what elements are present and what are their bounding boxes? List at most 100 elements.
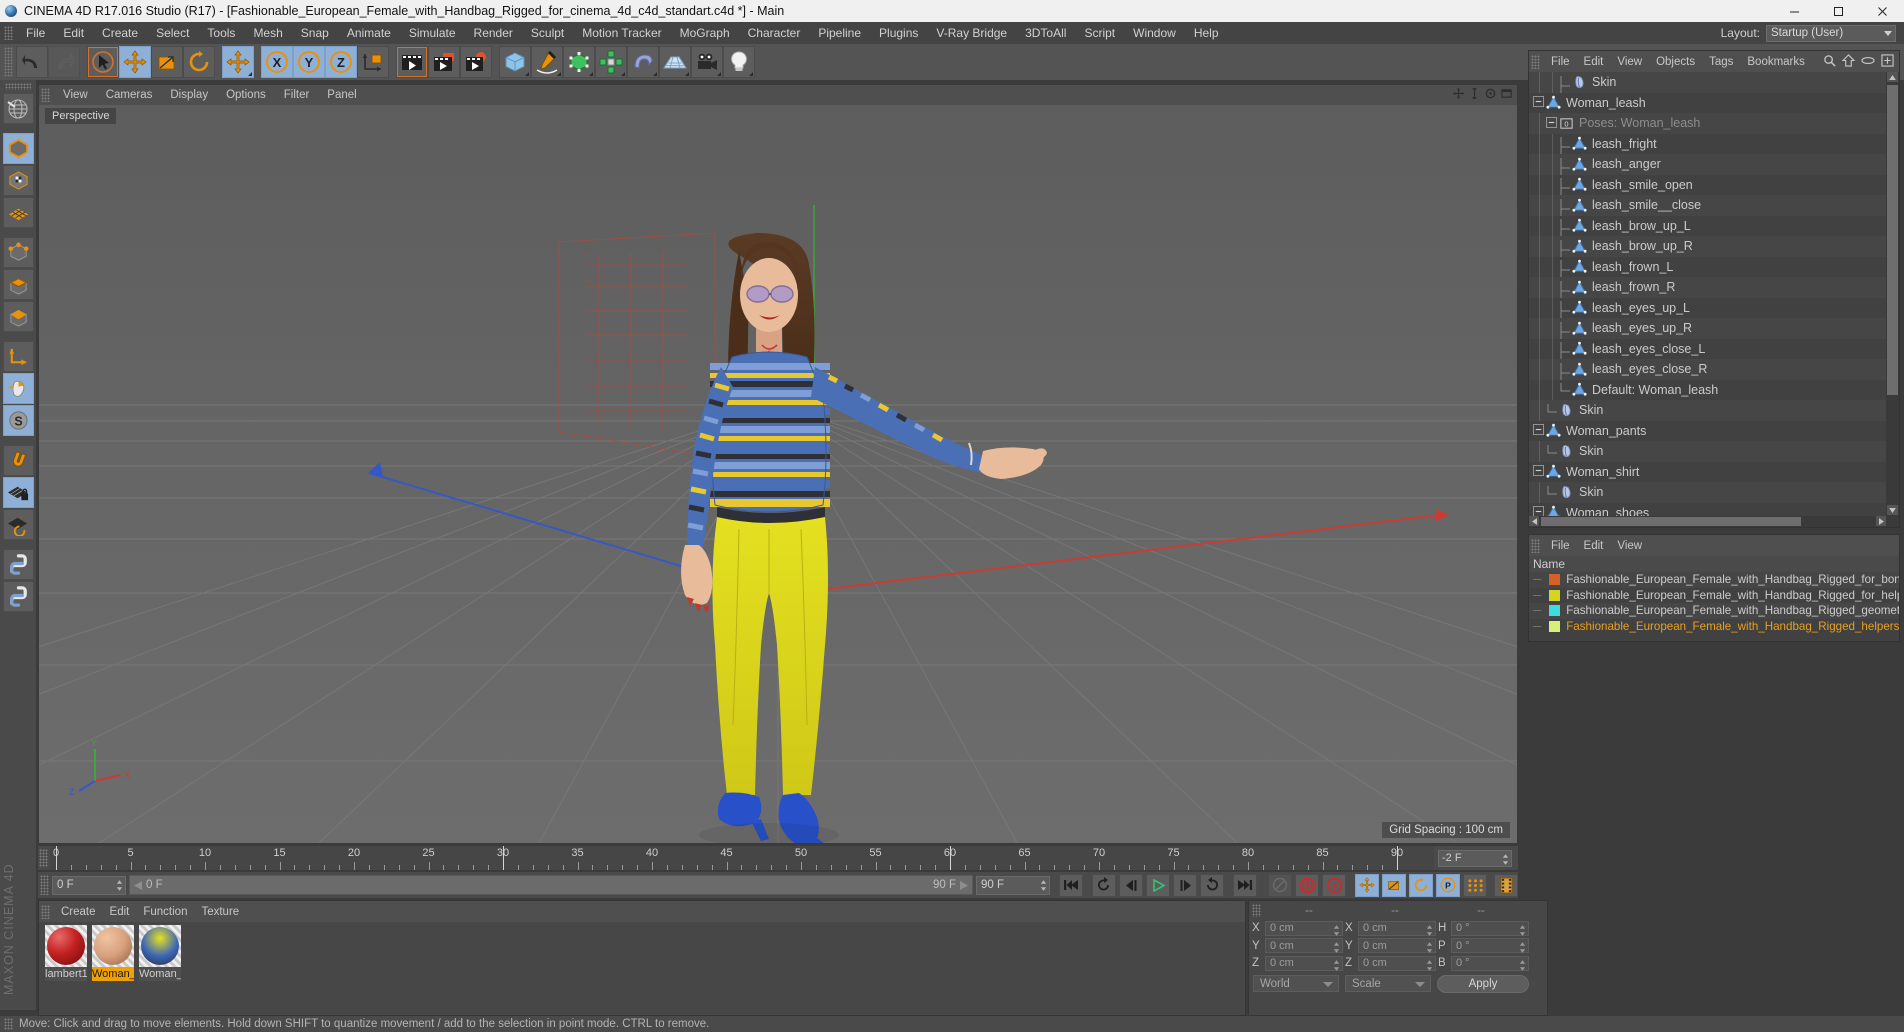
- frame-range-slider[interactable]: 0 F 90 F: [129, 875, 973, 895]
- menu-item-vray-bridge[interactable]: V-Ray Bridge: [927, 22, 1016, 44]
- timeline-offset-field[interactable]: -2 F: [1438, 849, 1512, 867]
- slider-right-handle[interactable]: 90 F: [933, 879, 968, 891]
- viewport-rotate-icon[interactable]: [1485, 88, 1496, 102]
- object-row[interactable]: leash_frown_R: [1529, 277, 1886, 301]
- render-view-icon[interactable]: [396, 46, 428, 78]
- layer-row[interactable]: ─ Fashionable_European_Female_with_Handba…: [1529, 588, 1899, 604]
- object-row[interactable]: Skin: [1529, 72, 1886, 96]
- object-tree-hscrollbar[interactable]: [1529, 516, 1886, 527]
- workplane-lock-icon[interactable]: [2, 477, 34, 508]
- position-y-field[interactable]: 0 cm: [1265, 938, 1343, 953]
- viewport-menu-options[interactable]: Options: [217, 89, 275, 101]
- go-to-end-icon[interactable]: [1233, 873, 1257, 897]
- om-menu-bookmarks[interactable]: Bookmarks: [1740, 56, 1812, 68]
- viewport-menu-view[interactable]: View: [54, 89, 97, 101]
- light-icon[interactable]: [723, 46, 755, 78]
- cube-primitive-icon[interactable]: [499, 46, 531, 78]
- render-to-picture-viewer-icon[interactable]: [428, 46, 460, 78]
- timeline-marker[interactable]: [950, 846, 951, 870]
- material-slot[interactable]: Woman_: [92, 925, 134, 981]
- menu-item-script[interactable]: Script: [1075, 22, 1124, 44]
- redo-icon[interactable]: [48, 46, 80, 78]
- undo-icon[interactable]: [16, 46, 48, 78]
- viewport-canvas[interactable]: Perspective X Y Z Grid Spacing: 100 cm: [39, 105, 1517, 843]
- layer-row[interactable]: ─ Fashionable_European_Female_with_Handba…: [1529, 603, 1899, 619]
- points-mode-icon[interactable]: [2, 237, 34, 268]
- new-icon[interactable]: [1881, 53, 1894, 70]
- toolbar-grip[interactable]: [4, 47, 13, 77]
- timeline-ruler[interactable]: 051015202530354045505560657075808590: [50, 846, 1434, 870]
- menu-item-create[interactable]: Create: [93, 22, 147, 44]
- y-axis-icon[interactable]: Y: [293, 46, 325, 78]
- menu-item-edit[interactable]: Edit: [54, 22, 93, 44]
- spinner-icon[interactable]: [116, 879, 123, 891]
- left-toolbar-grip[interactable]: [5, 83, 31, 90]
- scale-icon[interactable]: [151, 46, 183, 78]
- parameter-key-icon[interactable]: P: [1436, 873, 1460, 897]
- scroll-down-icon[interactable]: [1887, 505, 1898, 515]
- mm-menu-function[interactable]: Function: [136, 906, 194, 918]
- play-backwards-loop-icon[interactable]: [1092, 873, 1116, 897]
- spinner-icon[interactable]: [1333, 924, 1340, 936]
- python-generator-icon[interactable]: [2, 581, 34, 612]
- minimize-button[interactable]: [1772, 0, 1816, 22]
- rotation-p-field[interactable]: 0 °: [1451, 938, 1529, 953]
- object-tree-scroll-thumb[interactable]: [1887, 85, 1898, 395]
- object-row[interactable]: leash_fright: [1529, 133, 1886, 158]
- menu-item-sculpt[interactable]: Sculpt: [522, 22, 573, 44]
- object-row[interactable]: leash_smile_open: [1529, 174, 1886, 199]
- transport-grip[interactable]: [40, 875, 49, 895]
- texture-mode-icon[interactable]: [2, 165, 34, 196]
- object-row[interactable]: leash_brow_up_R: [1529, 236, 1886, 260]
- timeline-marker[interactable]: [503, 846, 504, 870]
- enable-snapping-icon[interactable]: S: [2, 405, 34, 436]
- timeline-marker[interactable]: [1397, 846, 1398, 870]
- camera-icon[interactable]: [691, 46, 723, 78]
- play-loop-icon[interactable]: [1200, 873, 1224, 897]
- spinner-icon[interactable]: [1502, 853, 1509, 865]
- tree-collapse-icon[interactable]: [1533, 96, 1546, 109]
- material-preview[interactable]: [139, 925, 181, 967]
- object-axis-icon[interactable]: [2, 341, 34, 372]
- menu-item-character[interactable]: Character: [739, 22, 810, 44]
- object-row[interactable]: Woman_pants: [1529, 420, 1886, 441]
- tree-collapse-icon[interactable]: [1533, 424, 1546, 437]
- spinner-icon[interactable]: [1519, 959, 1526, 971]
- layer-color-swatch[interactable]: [1549, 589, 1561, 601]
- menu-item-help[interactable]: Help: [1185, 22, 1228, 44]
- viewport-scale-icon[interactable]: [1469, 87, 1480, 102]
- menu-item-file[interactable]: File: [17, 22, 54, 44]
- spinner-icon[interactable]: [1333, 942, 1340, 953]
- menu-item-mograph[interactable]: MoGraph: [671, 22, 739, 44]
- mm-menu-create[interactable]: Create: [54, 906, 103, 918]
- object-row[interactable]: leash_eyes_up_R: [1529, 318, 1886, 342]
- object-row[interactable]: Skin: [1529, 400, 1886, 421]
- object-manager-grip[interactable]: [1531, 54, 1540, 69]
- object-row[interactable]: Skin: [1529, 482, 1886, 503]
- object-row[interactable]: leash_eyes_close_R: [1529, 359, 1886, 383]
- array-modeling-icon[interactable]: [595, 46, 627, 78]
- object-row[interactable]: leash_frown_L: [1529, 256, 1886, 281]
- timeline-marker[interactable]: [56, 846, 57, 870]
- om-menu-view[interactable]: View: [1610, 56, 1649, 68]
- model-mode-icon[interactable]: [2, 133, 34, 164]
- object-row[interactable]: leash_eyes_close_L: [1529, 338, 1886, 363]
- mm-menu-texture[interactable]: Texture: [194, 906, 246, 918]
- python-script-icon[interactable]: [2, 549, 34, 580]
- menu-grip[interactable]: [4, 26, 13, 40]
- rotation-h-field[interactable]: 0 °: [1451, 920, 1529, 936]
- position-key-icon[interactable]: [1355, 873, 1379, 897]
- autokeying-icon[interactable]: [1268, 873, 1292, 897]
- scale-key-icon[interactable]: [1382, 873, 1406, 897]
- eye-icon[interactable]: [1861, 55, 1875, 69]
- menu-item-snap[interactable]: Snap: [292, 22, 338, 44]
- home-icon[interactable]: [1841, 53, 1856, 70]
- object-row[interactable]: leash_smile__close: [1529, 195, 1886, 219]
- om-menu-edit[interactable]: Edit: [1577, 56, 1611, 68]
- object-tree-vscrollbar[interactable]: [1886, 72, 1899, 527]
- apply-button[interactable]: Apply: [1437, 974, 1529, 993]
- layer-row[interactable]: ─ Fashionable_European_Female_with_Handba…: [1529, 572, 1899, 588]
- world-object-axis-icon[interactable]: [357, 46, 389, 78]
- timeline-window-icon[interactable]: [1494, 873, 1518, 897]
- object-row[interactable]: Skin: [1529, 441, 1886, 462]
